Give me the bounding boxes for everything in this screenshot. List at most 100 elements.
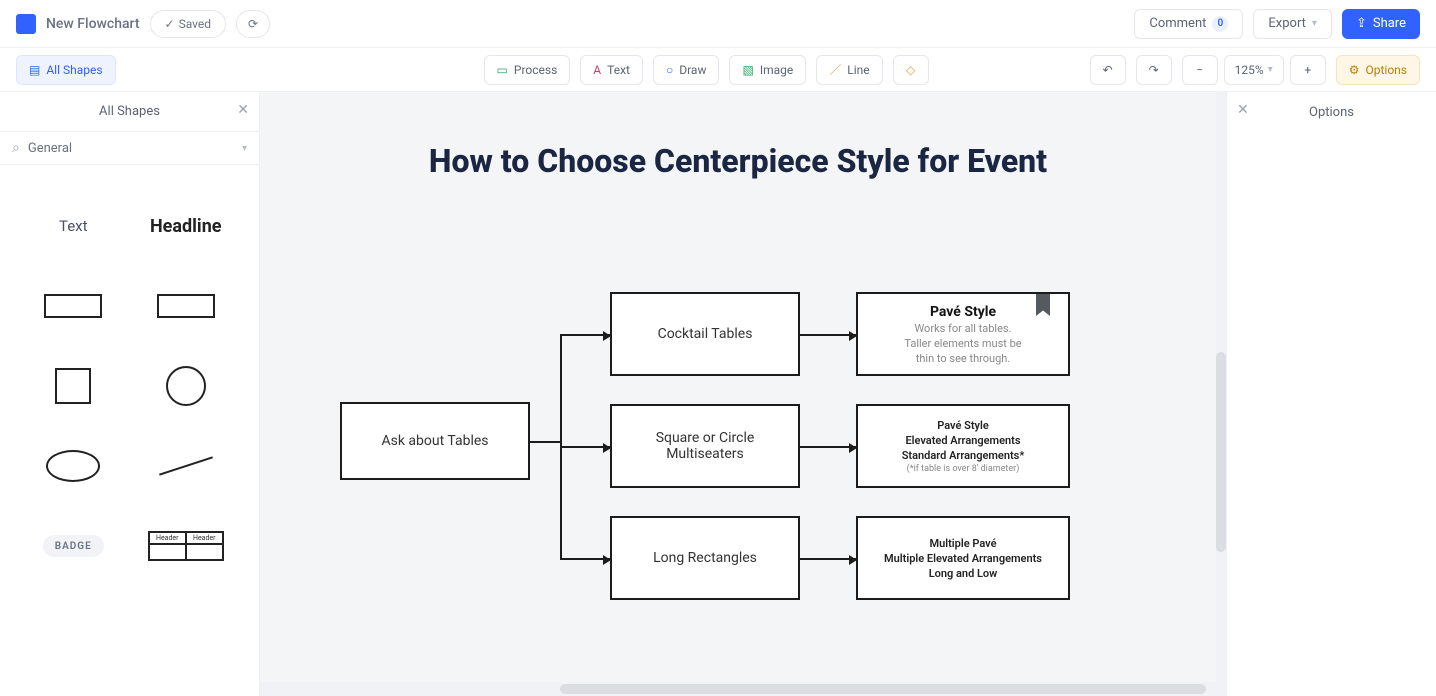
- export-button[interactable]: Export ▾: [1253, 9, 1332, 39]
- comment-count-badge: 0: [1212, 16, 1228, 32]
- node-cocktail-tables[interactable]: Cocktail Tables: [610, 292, 800, 376]
- zoom-value: 125%: [1235, 63, 1264, 77]
- node-heading: Pavé Style: [930, 304, 996, 320]
- zoom-display[interactable]: 125% ▾: [1224, 55, 1284, 85]
- canvas-area[interactable]: How to Choose Centerpiece Style for Even…: [260, 92, 1226, 696]
- process-label: Process: [514, 63, 557, 77]
- tool-image[interactable]: ▧ Image: [729, 55, 806, 85]
- node-line: Elevated Arrangements: [905, 434, 1020, 447]
- shape-table[interactable]: Header Header: [139, 519, 234, 573]
- shape-square[interactable]: [26, 359, 121, 413]
- shape-badge[interactable]: BADGE: [26, 519, 121, 573]
- all-shapes-chip[interactable]: ▤ All Shapes: [16, 55, 116, 85]
- image-icon: ▧: [742, 63, 753, 77]
- options-panel: ✕ Options: [1226, 92, 1436, 696]
- saved-indicator: ✓ Saved: [150, 10, 227, 38]
- shapes-panel-header: All Shapes ✕: [0, 92, 259, 132]
- connector-arrow: [800, 558, 856, 560]
- options-label: Options: [1365, 63, 1407, 77]
- shape-rectangle[interactable]: [26, 279, 121, 333]
- node-pave-style[interactable]: Pavé Style Works for all tables. Taller …: [856, 292, 1070, 376]
- badge-sample: BADGE: [43, 535, 104, 557]
- misc-icon: ◇: [906, 63, 915, 77]
- line-icon: ／: [829, 61, 841, 78]
- node-line: Pavé Style: [937, 419, 989, 432]
- text-label: Text: [607, 63, 630, 77]
- node-line: Multiple Pavé: [929, 537, 996, 550]
- toolbar: ▤ All Shapes ▭ Process A Text ○ Draw ▧ I…: [0, 48, 1436, 92]
- process-icon: ▭: [497, 63, 508, 77]
- line-label: Line: [847, 63, 869, 77]
- diagram-title[interactable]: How to Choose Centerpiece Style for Even…: [260, 142, 1216, 180]
- node-long-rectangles[interactable]: Long Rectangles: [610, 516, 800, 600]
- shape-circle[interactable]: [139, 359, 234, 413]
- tool-line[interactable]: ／ Line: [816, 55, 882, 85]
- node-pave-elevated-standard[interactable]: Pavé Style Elevated Arrangements Standar…: [856, 404, 1070, 488]
- tool-draw[interactable]: ○ Draw: [653, 55, 720, 85]
- comment-label: Comment: [1149, 16, 1206, 31]
- close-icon[interactable]: ✕: [237, 102, 249, 118]
- connector: [530, 441, 560, 443]
- shape-search-input[interactable]: [28, 141, 234, 156]
- workspace: All Shapes ✕ ⌕ ▾ Text Headline BADGE Hea…: [0, 92, 1436, 696]
- table-header-b: Header: [186, 532, 223, 544]
- image-label: Image: [760, 63, 793, 77]
- shape-ellipse[interactable]: [26, 439, 121, 493]
- connector-arrow: [560, 446, 610, 448]
- share-button[interactable]: ⇪ Share: [1342, 9, 1420, 39]
- zoom-in-button[interactable]: +: [1290, 55, 1326, 85]
- chevron-down-icon[interactable]: ▾: [242, 143, 247, 154]
- node-line: Multiple Elevated Arrangements: [884, 552, 1042, 565]
- shapes-panel: All Shapes ✕ ⌕ ▾ Text Headline BADGE Hea…: [0, 92, 260, 696]
- zoom-out-button[interactable]: −: [1182, 55, 1218, 85]
- node-line: thin to see through.: [916, 352, 1010, 365]
- node-ask-tables[interactable]: Ask about Tables: [340, 402, 530, 480]
- search-icon: ⌕: [12, 140, 20, 156]
- table-header-a: Header: [149, 532, 186, 544]
- comment-button[interactable]: Comment 0: [1134, 9, 1243, 39]
- app-logo-icon[interactable]: [16, 14, 36, 34]
- shape-text[interactable]: Text: [26, 199, 121, 253]
- node-line: Standard Arrangements*: [902, 449, 1025, 462]
- redo-button[interactable]: ↷: [1136, 55, 1172, 85]
- node-line: Works for all tables.: [914, 322, 1011, 335]
- export-label: Export: [1268, 16, 1306, 31]
- connector-arrow: [800, 446, 856, 448]
- share-icon: ⇪: [1356, 16, 1367, 31]
- node-square-circle[interactable]: Square or Circle Multiseaters: [610, 404, 800, 488]
- saved-label: Saved: [179, 17, 211, 31]
- text-sample: Text: [59, 217, 88, 235]
- text-icon: A: [593, 63, 601, 77]
- tool-misc[interactable]: ◇: [893, 55, 929, 85]
- canvas[interactable]: How to Choose Centerpiece Style for Even…: [260, 92, 1216, 682]
- options-chip[interactable]: ⚙ Options: [1336, 55, 1420, 85]
- share-label: Share: [1373, 16, 1406, 31]
- document-title[interactable]: New Flowchart: [46, 16, 140, 32]
- tool-process[interactable]: ▭ Process: [484, 55, 571, 85]
- shape-palette: Text Headline BADGE Header Header: [0, 165, 259, 607]
- node-line: Taller elements must be: [904, 337, 1021, 350]
- shapes-icon: ▤: [29, 63, 40, 77]
- headline-sample: Headline: [150, 216, 222, 237]
- node-label: Ask about Tables: [382, 433, 489, 449]
- undo-icon: ↶: [1103, 63, 1113, 77]
- chevron-down-icon: ▾: [1312, 18, 1317, 29]
- redo-icon: ↷: [1149, 63, 1159, 77]
- node-footnote: (*if table is over 8' diameter): [907, 464, 1020, 474]
- zoom-controls: − 125% ▾ +: [1182, 55, 1326, 85]
- shape-rectangle-alt[interactable]: [139, 279, 234, 333]
- node-multiple-pave[interactable]: Multiple Pavé Multiple Elevated Arrangem…: [856, 516, 1070, 600]
- connector-arrow: [560, 558, 610, 560]
- history-button[interactable]: ⟳: [236, 10, 270, 38]
- shapes-panel-title: All Shapes: [99, 104, 160, 119]
- vertical-scrollbar[interactable]: [1216, 352, 1226, 552]
- shape-line[interactable]: [139, 439, 234, 493]
- check-icon: ✓: [165, 17, 175, 31]
- chevron-down-icon: ▾: [1268, 64, 1273, 75]
- tool-text[interactable]: A Text: [580, 55, 643, 85]
- close-icon[interactable]: ✕: [1237, 102, 1249, 118]
- connector-arrow: [560, 334, 610, 336]
- draw-label: Draw: [679, 63, 706, 77]
- undo-button[interactable]: ↶: [1090, 55, 1126, 85]
- shape-headline[interactable]: Headline: [139, 199, 234, 253]
